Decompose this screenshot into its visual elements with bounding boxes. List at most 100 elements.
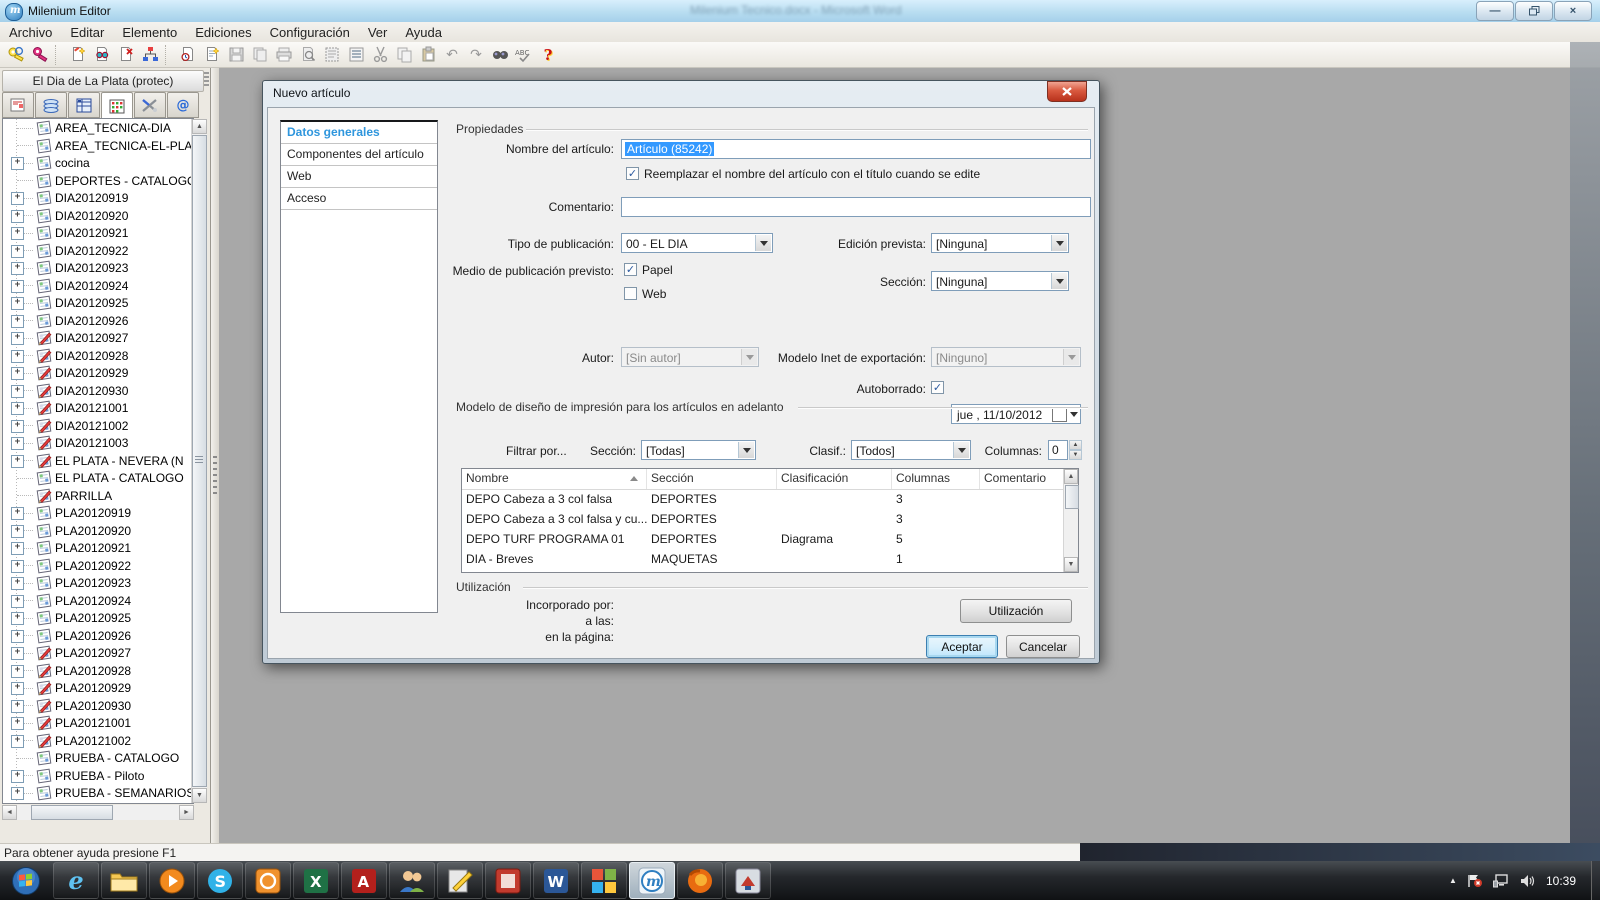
tree-item-dia20120922[interactable]: +DIA20120922 bbox=[3, 242, 193, 260]
menu-elemento[interactable]: Elemento bbox=[113, 23, 186, 42]
tree-item-el-plata-nevera-n[interactable]: +EL PLATA - NEVERA (N bbox=[3, 452, 193, 470]
expand-icon[interactable]: + bbox=[11, 717, 24, 730]
milenium-icon[interactable]: m bbox=[629, 862, 675, 899]
expand-icon[interactable]: + bbox=[11, 770, 24, 783]
firefox-icon[interactable] bbox=[677, 862, 723, 899]
menu-archivo[interactable]: Archivo bbox=[0, 23, 61, 42]
skype-icon[interactable]: S bbox=[197, 862, 243, 899]
design-tool-icon[interactable] bbox=[437, 862, 483, 899]
find-icon[interactable] bbox=[488, 44, 512, 66]
view-publication-icon[interactable] bbox=[90, 44, 114, 66]
expand-icon[interactable]: + bbox=[11, 577, 24, 590]
tree-item-prueba-piloto[interactable]: +PRUEBA - Piloto bbox=[3, 767, 193, 785]
scroll-up-icon[interactable]: ▲ bbox=[1064, 469, 1078, 484]
tree-vertical-scrollbar[interactable]: ▲ ▼ bbox=[191, 119, 207, 803]
tree-item-pla20120921[interactable]: +PLA20120921 bbox=[3, 539, 193, 557]
tree-item-dia20120921[interactable]: +DIA20120921 bbox=[3, 224, 193, 242]
table-row[interactable]: DEPO Cabeza a 3 col falsaDEPORTES3 bbox=[462, 490, 1078, 510]
tree-item-pla20120925[interactable]: +PLA20120925 bbox=[3, 609, 193, 627]
column-header-columnas[interactable]: Columnas bbox=[892, 469, 980, 489]
expand-icon[interactable]: + bbox=[11, 157, 24, 170]
expand-icon[interactable]: + bbox=[11, 350, 24, 363]
models-tab[interactable] bbox=[101, 92, 133, 120]
dialog-nav-componentes-del-articulo[interactable]: Componentes del artículo bbox=[281, 144, 437, 166]
tree-item-dia20120919[interactable]: +DIA20120919 bbox=[3, 189, 193, 207]
tree-item-pla20120927[interactable]: +PLA20120927 bbox=[3, 644, 193, 662]
tree-item-pla20120924[interactable]: +PLA20120924 bbox=[3, 592, 193, 610]
start-button[interactable] bbox=[0, 862, 52, 900]
spin-down-icon[interactable]: ▼ bbox=[1069, 450, 1082, 460]
tree-item-pla20120922[interactable]: +PLA20120922 bbox=[3, 557, 193, 575]
editions-tab[interactable] bbox=[35, 92, 67, 118]
print-icon[interactable] bbox=[272, 44, 296, 66]
red-app-icon[interactable] bbox=[485, 862, 531, 899]
expand-icon[interactable]: + bbox=[11, 402, 24, 415]
volume-icon[interactable] bbox=[1520, 874, 1536, 888]
copy-icon[interactable] bbox=[392, 44, 416, 66]
media-player-icon[interactable] bbox=[149, 862, 195, 899]
web-checkbox[interactable] bbox=[624, 287, 637, 300]
tipo-combo[interactable]: 00 - EL DIA bbox=[621, 233, 773, 253]
edicion-combo[interactable]: [Ninguna] bbox=[931, 233, 1069, 253]
spin-up-icon[interactable]: ▲ bbox=[1069, 440, 1082, 450]
tree-item-pla20120923[interactable]: +PLA20120923 bbox=[3, 574, 193, 592]
expand-icon[interactable]: + bbox=[11, 595, 24, 608]
seccion-combo[interactable]: [Ninguna] bbox=[931, 271, 1069, 291]
spellcheck-icon[interactable]: ABC bbox=[512, 44, 536, 66]
menu-ayuda[interactable]: Ayuda bbox=[396, 23, 451, 42]
aceptar-button[interactable]: Aceptar bbox=[926, 635, 998, 658]
explorer-icon[interactable] bbox=[101, 862, 147, 899]
new-article-icon[interactable] bbox=[200, 44, 224, 66]
expand-icon[interactable]: + bbox=[11, 192, 24, 205]
properties-icon[interactable] bbox=[176, 44, 200, 66]
action-center-flag-icon[interactable] bbox=[1467, 874, 1483, 888]
expand-icon[interactable]: + bbox=[11, 210, 24, 223]
table-scrollbar[interactable]: ▲ ▼ bbox=[1063, 469, 1078, 572]
tree-item-cocina[interactable]: +cocina bbox=[3, 154, 193, 172]
tray-clock[interactable]: 10:39 bbox=[1546, 874, 1576, 888]
column-header-comentario[interactable]: Comentario bbox=[980, 469, 1065, 489]
expand-icon[interactable]: + bbox=[11, 787, 24, 800]
scroll-left-icon[interactable]: ◄ bbox=[2, 805, 17, 820]
scroll-up-icon[interactable]: ▲ bbox=[192, 119, 207, 134]
excel-icon[interactable]: X bbox=[293, 862, 339, 899]
expand-icon[interactable]: + bbox=[11, 647, 24, 660]
people-icon[interactable] bbox=[389, 862, 435, 899]
dialog-nav-acceso[interactable]: Acceso bbox=[281, 188, 437, 210]
misc-app-icon[interactable] bbox=[725, 862, 771, 899]
expand-icon[interactable]: + bbox=[11, 735, 24, 748]
close-button[interactable]: × bbox=[1554, 1, 1592, 21]
tree-item-dia20121002[interactable]: +DIA20121002 bbox=[3, 417, 193, 435]
sections-tab[interactable] bbox=[68, 92, 100, 118]
cut-icon[interactable] bbox=[368, 44, 392, 66]
expand-icon[interactable]: + bbox=[11, 227, 24, 240]
menu-ediciones[interactable]: Ediciones bbox=[186, 23, 260, 42]
undo-icon[interactable]: ↶ bbox=[440, 44, 464, 66]
clasif-combo[interactable]: [Todos] bbox=[851, 440, 971, 460]
help-icon[interactable]: ? bbox=[536, 44, 560, 66]
tree-item-dia20120927[interactable]: +DIA20120927 bbox=[3, 329, 193, 347]
tree-item-dia20121001[interactable]: +DIA20121001 bbox=[3, 399, 193, 417]
dialog-nav-datos-generales[interactable]: Datos generales bbox=[281, 122, 437, 144]
mail-tab[interactable]: @ bbox=[167, 92, 199, 118]
table-row[interactable]: DEPO Cabeza a 3 col falsa y cu...DEPORTE… bbox=[462, 510, 1078, 530]
expand-icon[interactable]: + bbox=[11, 437, 24, 450]
tree-item-pla20120930[interactable]: +PLA20120930 bbox=[3, 697, 193, 715]
panel-grip[interactable] bbox=[204, 72, 209, 88]
new-publication-icon[interactable] bbox=[66, 44, 90, 66]
list-view-icon[interactable] bbox=[344, 44, 368, 66]
tree-item-prueba-catalogo[interactable]: PRUEBA - CATALOGO bbox=[3, 749, 193, 767]
tray-expand-icon[interactable]: ▲ bbox=[1449, 876, 1457, 885]
table-row[interactable]: DEPO TURF PROGRAMA 01DEPORTESDiagrama5 bbox=[462, 530, 1078, 550]
word-icon[interactable]: W bbox=[533, 862, 579, 899]
expand-icon[interactable]: + bbox=[11, 612, 24, 625]
column-header-seccion[interactable]: Sección bbox=[647, 469, 777, 489]
expand-icon[interactable]: + bbox=[11, 262, 24, 275]
menu-editar[interactable]: Editar bbox=[61, 23, 113, 42]
nombre-input[interactable]: Artículo (85242) bbox=[621, 139, 1091, 159]
save-icon[interactable] bbox=[224, 44, 248, 66]
redo-icon[interactable]: ↷ bbox=[464, 44, 488, 66]
panel-splitter[interactable] bbox=[211, 68, 219, 843]
comentario-input[interactable] bbox=[621, 197, 1091, 217]
tree-item-pla20120920[interactable]: +PLA20120920 bbox=[3, 522, 193, 540]
